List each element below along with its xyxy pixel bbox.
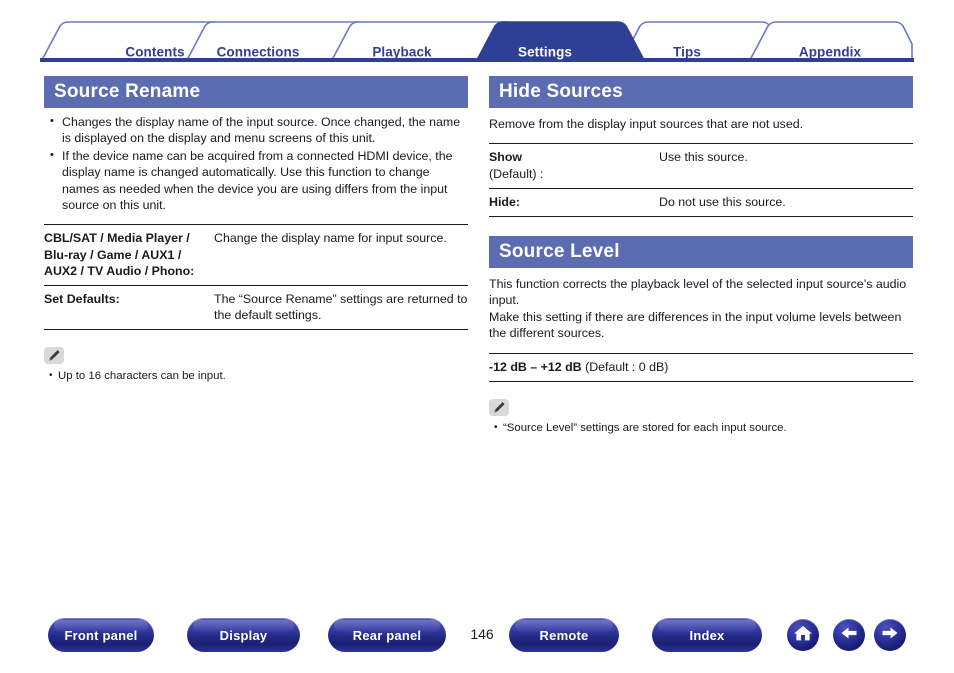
back-button[interactable] — [833, 619, 865, 651]
pencil-note-icon — [489, 398, 509, 416]
param-term: Set Defaults: — [44, 285, 214, 331]
note-item: “Source Level” settings are stored for e… — [494, 420, 913, 436]
home-button[interactable] — [787, 619, 819, 651]
section-title-source-level: Source Level — [489, 236, 913, 269]
home-icon — [793, 624, 813, 647]
param-desc: Use this source. — [659, 143, 913, 189]
table-row: Show (Default) : Use this source. — [489, 143, 913, 189]
tab-settings[interactable]: Settings — [518, 45, 572, 60]
section-title-source-rename: Source Rename — [44, 76, 468, 108]
index-button[interactable]: Index — [652, 618, 762, 652]
param-term-main: Show — [489, 150, 523, 165]
right-column: Hide Sources Remove from the display inp… — [489, 76, 913, 436]
param-desc: Change the display name for input source… — [214, 224, 468, 286]
list-item: If the device name can be acquired from … — [50, 147, 468, 214]
tab-appendix[interactable]: Appendix — [799, 45, 861, 60]
list-item: Changes the display name of the input so… — [50, 113, 468, 147]
hide-sources-parameter-table: Show (Default) : Use this source. Hide: … — [489, 143, 913, 218]
tab-playback[interactable]: Playback — [372, 45, 431, 60]
param-term-sub: (Default) : — [489, 166, 544, 181]
table-row: -12 dB – +12 dB (Default : 0 dB) — [489, 352, 913, 382]
source-rename-bullet-list: Changes the display name of the input so… — [44, 113, 468, 214]
forward-button[interactable] — [874, 619, 906, 651]
tab-connections[interactable]: Connections — [217, 45, 300, 60]
source-level-paragraph-2: Make this setting if there are differenc… — [489, 309, 902, 341]
arrow-right-icon — [880, 624, 900, 647]
table-row: CBL/SAT / Media Player / Blu-ray / Game … — [44, 224, 468, 286]
note-item: Up to 16 characters can be input. — [49, 368, 468, 384]
range-default: (Default : 0 dB) — [581, 359, 669, 374]
remote-button[interactable]: Remote — [509, 618, 619, 652]
source-level-range: -12 dB – +12 dB (Default : 0 dB) — [489, 352, 913, 382]
range-value: -12 dB – +12 dB — [489, 359, 582, 374]
table-row: Hide: Do not use this source. — [489, 187, 913, 218]
param-term: CBL/SAT / Media Player / Blu-ray / Game … — [44, 224, 214, 286]
left-column: Source Rename Changes the display name o… — [44, 76, 468, 384]
tab-contents[interactable]: Contents — [125, 45, 184, 60]
note-list: “Source Level” settings are stored for e… — [489, 420, 913, 436]
arrow-left-icon — [839, 624, 859, 647]
footer-navigation: Front panel Display Rear panel 146 Remot… — [0, 618, 954, 658]
front-panel-button[interactable]: Front panel — [48, 618, 154, 652]
param-term: Hide: — [489, 187, 659, 218]
hide-sources-intro: Remove from the display input sources th… — [489, 117, 804, 131]
section-title-hide-sources: Hide Sources — [489, 76, 913, 108]
tab-tips[interactable]: Tips — [673, 45, 701, 60]
param-desc: The “Source Rename” settings are returne… — [214, 285, 468, 331]
param-term: Show (Default) : — [489, 143, 659, 189]
table-row: Set Defaults: The “Source Rename” settin… — [44, 285, 468, 331]
display-button[interactable]: Display — [187, 618, 300, 652]
source-level-paragraph-1: This function corrects the playback leve… — [489, 277, 907, 308]
source-rename-parameter-table: CBL/SAT / Media Player / Blu-ray / Game … — [44, 224, 468, 331]
note-list: Up to 16 characters can be input. — [44, 368, 468, 384]
pencil-note-icon — [44, 347, 64, 365]
rear-panel-button[interactable]: Rear panel — [328, 618, 446, 652]
page-number: 146 — [470, 626, 494, 642]
source-level-range-table: -12 dB – +12 dB (Default : 0 dB) — [489, 352, 913, 382]
param-desc: Do not use this source. — [659, 187, 913, 218]
note-block: “Source Level” settings are stored for e… — [489, 398, 913, 436]
tab-bar: Contents Connections Playback Settings T… — [40, 20, 914, 62]
note-block: Up to 16 characters can be input. — [44, 347, 468, 384]
